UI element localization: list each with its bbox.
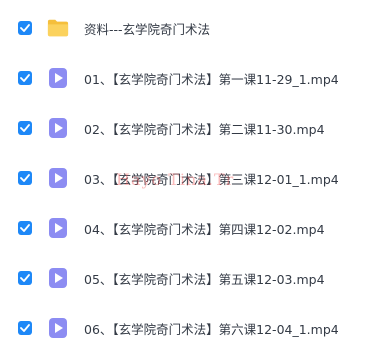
video-file-icon	[47, 217, 69, 239]
checkbox-checked[interactable]	[18, 171, 32, 185]
checkbox-checked[interactable]	[18, 121, 32, 135]
video-file-icon	[47, 167, 69, 189]
file-name: 02、【玄学院奇门术法】第二课11-30.mp4	[84, 121, 325, 137]
video-file-icon	[47, 267, 69, 289]
file-name: 06、【玄学院奇门术法】第六课12-04_1.mp4	[84, 321, 339, 337]
checkbox-checked[interactable]	[18, 71, 32, 85]
list-item-video[interactable]: 03、【玄学院奇门术法】第三课12-01_1.mp4	[0, 158, 369, 198]
checkbox-checked[interactable]	[18, 21, 32, 35]
file-name: 资料---玄学院奇门术法	[84, 21, 211, 37]
file-name: 04、【玄学院奇门术法】第四课12-02.mp4	[84, 221, 325, 237]
list-item-video[interactable]: 02、【玄学院奇门术法】第二课11-30.mp4	[0, 108, 369, 148]
checkbox-checked[interactable]	[18, 321, 32, 335]
checkbox-checked[interactable]	[18, 271, 32, 285]
video-file-icon	[47, 67, 69, 89]
list-item-video[interactable]: 04、【玄学院奇门术法】第四课12-02.mp4	[0, 208, 369, 248]
folder-icon	[47, 17, 69, 39]
file-list: 资料---玄学院奇门术法 01、【玄学院奇门术法】第一课11-29_1.mp4 …	[0, 0, 369, 359]
file-name: 01、【玄学院奇门术法】第一课11-29_1.mp4	[84, 71, 339, 87]
file-name: 03、【玄学院奇门术法】第三课12-01_1.mp4	[84, 171, 339, 187]
list-item-video[interactable]: 06、【玄学院奇门术法】第六课12-04_1.mp4	[0, 308, 369, 348]
list-item-video[interactable]: 05、【玄学院奇门术法】第五课12-03.mp4	[0, 258, 369, 298]
checkbox-checked[interactable]	[18, 221, 32, 235]
video-file-icon	[47, 117, 69, 139]
video-file-icon	[47, 317, 69, 339]
list-item-folder[interactable]: 资料---玄学院奇门术法	[0, 8, 369, 48]
file-name: 05、【玄学院奇门术法】第五课12-03.mp4	[84, 271, 325, 287]
list-item-video[interactable]: 01、【玄学院奇门术法】第一课11-29_1.mp4	[0, 58, 369, 98]
